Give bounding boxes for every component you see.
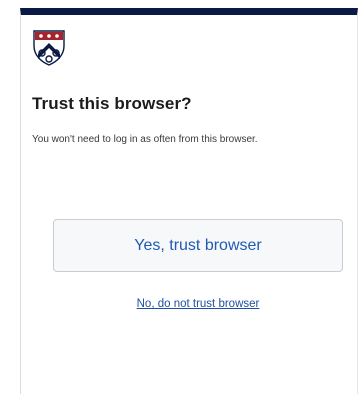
dialog-title: Trust this browser? [32, 94, 192, 113]
trust-browser-dialog [20, 8, 358, 394]
no-do-not-trust-browser-link[interactable]: No, do not trust browser [53, 298, 343, 310]
dialog-message: You won't need to log in as often from t… [32, 134, 258, 145]
page: Trust this browser? You won't need to lo… [0, 0, 360, 394]
penn-shield-icon [33, 30, 65, 66]
yes-trust-browser-button[interactable]: Yes, trust browser [53, 219, 343, 272]
